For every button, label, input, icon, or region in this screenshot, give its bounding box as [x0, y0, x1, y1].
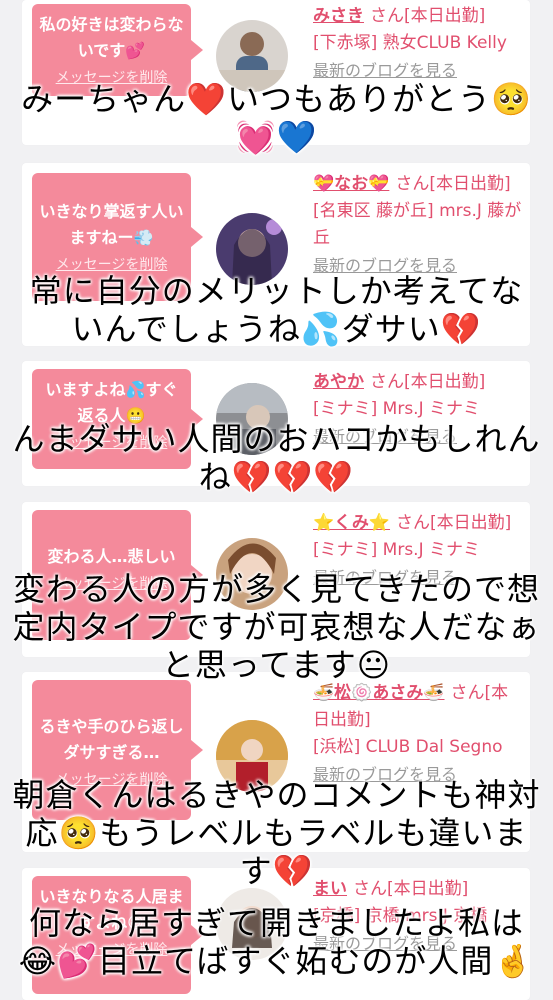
- message-text: いきなり掌返す人いますねー💨: [39, 202, 184, 247]
- profile-name-link[interactable]: みさき: [313, 6, 364, 26]
- shop-name: [下赤塚] 熟女CLUB Kelly: [313, 33, 507, 53]
- caption-overlay: みーちゃん❤️いつもありがとう🥺 💓💙: [21, 80, 532, 156]
- profile-info: 🍜松🍥あさみ🍜 さん[本日出勤] [浜松] CLUB Dal Segno 最新のブ…: [313, 680, 525, 788]
- profile-name-link[interactable]: 🍜松🍥あさみ🍜: [313, 683, 445, 703]
- caption-overlay: 変わる人の方が多く見てきたので想定内タイプですが可哀想な人だなぁと思ってます😐: [12, 570, 541, 684]
- status-text: さん[本日出勤]: [395, 174, 511, 194]
- message-text: いますよね💦すぐ返る人😬: [45, 380, 178, 425]
- status-text: さん[本日出勤]: [370, 6, 486, 26]
- profile-info: 💝なお💝 さん[本日出勤] [名東区 藤が丘] mrs.J 藤が丘 最新のブログを…: [313, 171, 525, 279]
- message-text: 私の好きは変わらないです💕: [39, 15, 184, 60]
- message-text: るきや手のひら返しダサすぎる…: [39, 717, 184, 762]
- caption-overlay: 何なら居すぎて開きましたよ私は😂💕目立てばすぐ妬むのが人間🤞: [18, 904, 535, 980]
- caption-overlay: 常に自分のメリットしか考えてないんでしょうね💦ダサい💔: [29, 272, 524, 348]
- shop-name: [名東区 藤が丘] mrs.J 藤が丘: [313, 201, 522, 248]
- status-text: さん[本日出勤]: [396, 513, 512, 533]
- caption-overlay: 朝倉くんはるきやのコメントも神対応🥺もうレベルもラベルも違います💔: [12, 776, 541, 890]
- profile-name-link[interactable]: ⭐くみ⭐: [313, 513, 390, 533]
- profile-info: みさき さん[本日出勤] [下赤塚] 熟女CLUB Kelly 最新のブログを見る: [313, 3, 525, 84]
- shop-name: [ミナミ] Mrs.J ミナミ: [313, 399, 481, 419]
- profile-name-link[interactable]: あやか: [313, 372, 364, 392]
- shop-name: [ミナミ] Mrs.J ミナミ: [313, 540, 481, 560]
- message-text: 変わる人…悲しい: [47, 547, 176, 566]
- status-text: さん[本日出勤]: [370, 372, 486, 392]
- shop-name: [浜松] CLUB Dal Segno: [313, 737, 503, 757]
- profile-name-link[interactable]: 💝なお💝: [313, 174, 389, 194]
- caption-overlay: んまダサい人間のおハコかもしれんね💔💔💔: [12, 420, 541, 496]
